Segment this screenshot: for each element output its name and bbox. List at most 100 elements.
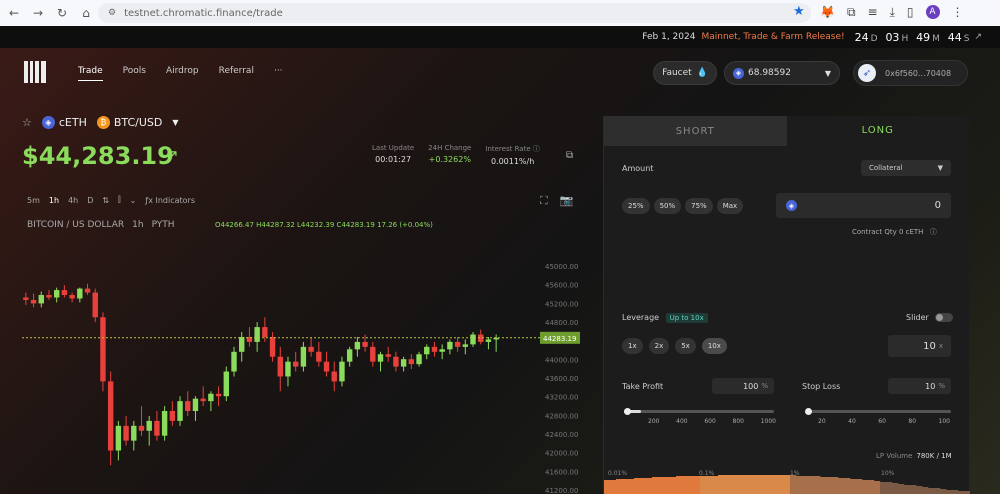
nav-pools[interactable]: Pools bbox=[123, 66, 146, 81]
metamask-icon[interactable]: 🦊 bbox=[820, 5, 835, 20]
bookmark-star-icon[interactable]: ★ bbox=[793, 4, 805, 19]
candle-body bbox=[485, 339, 492, 342]
leverage-label: Leverage bbox=[622, 313, 660, 322]
candle-body bbox=[161, 411, 168, 436]
tick: 80 bbox=[908, 418, 917, 425]
amount-input[interactable]: ◈ 0 bbox=[776, 193, 951, 218]
extensions-icon[interactable]: ⧉ bbox=[847, 5, 856, 20]
info-icon[interactable]: ⓘ bbox=[533, 145, 540, 153]
market-selector[interactable]: ☆ ◈ cETH ₿ BTC/USD ▼ bbox=[22, 116, 179, 129]
take-profit-input[interactable]: 100% bbox=[712, 378, 774, 394]
reload-icon[interactable]: ↻ bbox=[54, 6, 70, 20]
depth-bar bbox=[928, 488, 935, 494]
tab-short[interactable]: SHORT bbox=[604, 116, 787, 146]
candle-body bbox=[192, 398, 199, 412]
address-bar[interactable]: ⚙ testnet.chromatic.finance/trade bbox=[98, 3, 811, 23]
leverage-1x-button[interactable]: 1x bbox=[622, 338, 643, 354]
leverage-input[interactable]: 10 x bbox=[888, 335, 951, 357]
price-chart[interactable]: 45000.0045600.0045200.0044800.0044400.00… bbox=[0, 208, 590, 494]
pct-50-button[interactable]: 50% bbox=[653, 198, 682, 214]
pct-25-button[interactable]: 25% bbox=[622, 198, 650, 214]
candle-body bbox=[308, 346, 314, 352]
candle-body bbox=[223, 371, 230, 397]
account-button[interactable]: ➶ 0x6f560...70408 bbox=[853, 60, 968, 86]
site-info-icon[interactable]: ⚙ bbox=[108, 8, 116, 18]
nav-more[interactable]: ··· bbox=[274, 66, 283, 81]
interval-1h[interactable]: 1h bbox=[49, 196, 59, 205]
take-profit-unit: % bbox=[761, 382, 768, 390]
leverage-10x-button[interactable]: 10x bbox=[701, 338, 727, 354]
home-icon[interactable]: ⌂ bbox=[78, 6, 94, 20]
depth-bar bbox=[838, 478, 845, 494]
announcement-promo[interactable]: Mainnet, Trade & Farm Release! bbox=[701, 32, 844, 42]
candle-body bbox=[208, 393, 214, 402]
amount-label: Amount bbox=[622, 164, 654, 173]
market-symbol: BTC/USD bbox=[113, 116, 163, 129]
indicators-button[interactable]: ƒx Indicators bbox=[145, 196, 195, 205]
amount-mode-select[interactable]: Collateral ▼ bbox=[861, 160, 951, 176]
depth-bar bbox=[616, 479, 623, 494]
interval-5m[interactable]: 5m bbox=[27, 196, 40, 205]
indicators-icon: ƒx bbox=[145, 195, 153, 205]
contract-qty-text: Contract Qty 0 cETH bbox=[852, 228, 924, 236]
leverage-5x-button[interactable]: 5x bbox=[675, 338, 696, 354]
indicators-label: Indicators bbox=[155, 195, 196, 205]
tick: 20 bbox=[818, 418, 826, 425]
candle-body bbox=[84, 288, 91, 293]
favorite-star-icon[interactable]: ☆ bbox=[22, 116, 32, 129]
chart-dropdown-icon[interactable]: ⌄ bbox=[130, 196, 137, 205]
candle-body bbox=[254, 327, 260, 342]
nav-referral[interactable]: Referral bbox=[219, 66, 254, 81]
candle-body bbox=[177, 401, 183, 421]
back-icon[interactable]: ← bbox=[6, 6, 22, 20]
profile-avatar[interactable]: A bbox=[925, 5, 940, 19]
nav-trade[interactable]: Trade bbox=[78, 66, 103, 81]
stop-loss-slider[interactable] bbox=[806, 410, 951, 413]
take-profit-slider[interactable] bbox=[624, 410, 774, 413]
candle-type-icon[interactable]: ⫿ bbox=[118, 195, 121, 205]
interval-d[interactable]: D bbox=[87, 196, 93, 205]
candle-body bbox=[100, 317, 106, 382]
sidepanel-icon[interactable]: ▯ bbox=[907, 5, 914, 20]
pct-max-button[interactable]: Max bbox=[716, 198, 744, 214]
depth-bar bbox=[760, 475, 767, 494]
caret-down-icon[interactable]: ▼ bbox=[172, 118, 178, 127]
reading-list-icon[interactable]: ≡ bbox=[868, 5, 878, 20]
take-profit-ticks: 200 400 600 800 1000 bbox=[648, 418, 776, 425]
menu-icon[interactable]: ⋮ bbox=[952, 5, 964, 20]
liquidity-depth-chart[interactable]: 0.01% 0.1% 1% 10% bbox=[604, 468, 970, 494]
fullscreen-icon[interactable]: ⛶ bbox=[540, 194, 548, 208]
download-icon[interactable]: ⤓ bbox=[890, 5, 895, 20]
drop-icon: 💧 bbox=[696, 68, 708, 78]
leverage-2x-button[interactable]: 2x bbox=[648, 338, 670, 354]
slider-toggle[interactable] bbox=[934, 313, 953, 322]
camera-icon[interactable]: 📷 bbox=[560, 194, 574, 208]
nav-airdrop[interactable]: Airdrop bbox=[166, 66, 199, 81]
countdown-days: 24 bbox=[854, 30, 869, 44]
stop-loss-slider-handle[interactable] bbox=[805, 408, 812, 415]
interval-4h[interactable]: 4h bbox=[68, 196, 78, 205]
countdown-hours: 03 bbox=[885, 30, 900, 44]
compare-icon[interactable]: ⇅ bbox=[102, 196, 109, 205]
open-external-icon[interactable]: ⧉ bbox=[566, 150, 573, 161]
candle-body bbox=[46, 295, 52, 298]
stop-loss-input[interactable]: 10% bbox=[888, 378, 951, 394]
y-tick-label: 45000.00 bbox=[545, 263, 578, 271]
candle-body bbox=[185, 401, 191, 412]
info-icon[interactable]: ⓘ bbox=[930, 228, 937, 236]
candle-body bbox=[107, 381, 114, 451]
candle-body bbox=[346, 349, 353, 362]
chromatic-logo[interactable] bbox=[24, 61, 47, 83]
external-link-icon[interactable]: ↗ bbox=[974, 32, 982, 42]
forward-icon[interactable]: → bbox=[30, 6, 46, 20]
pct-75-button[interactable]: 75% bbox=[685, 198, 713, 214]
balance-dropdown[interactable]: ◈ 68.98592 ▼ bbox=[724, 61, 840, 85]
balance-value: 68.98592 bbox=[748, 68, 791, 78]
take-profit-label: Take Profit bbox=[622, 382, 664, 391]
depth-bar bbox=[904, 485, 911, 494]
depth-bar bbox=[850, 479, 857, 494]
faucet-button[interactable]: Faucet 💧 bbox=[653, 61, 717, 85]
depth-bar bbox=[868, 480, 875, 494]
tab-long[interactable]: LONG bbox=[786, 116, 969, 146]
take-profit-slider-handle[interactable] bbox=[624, 408, 631, 415]
